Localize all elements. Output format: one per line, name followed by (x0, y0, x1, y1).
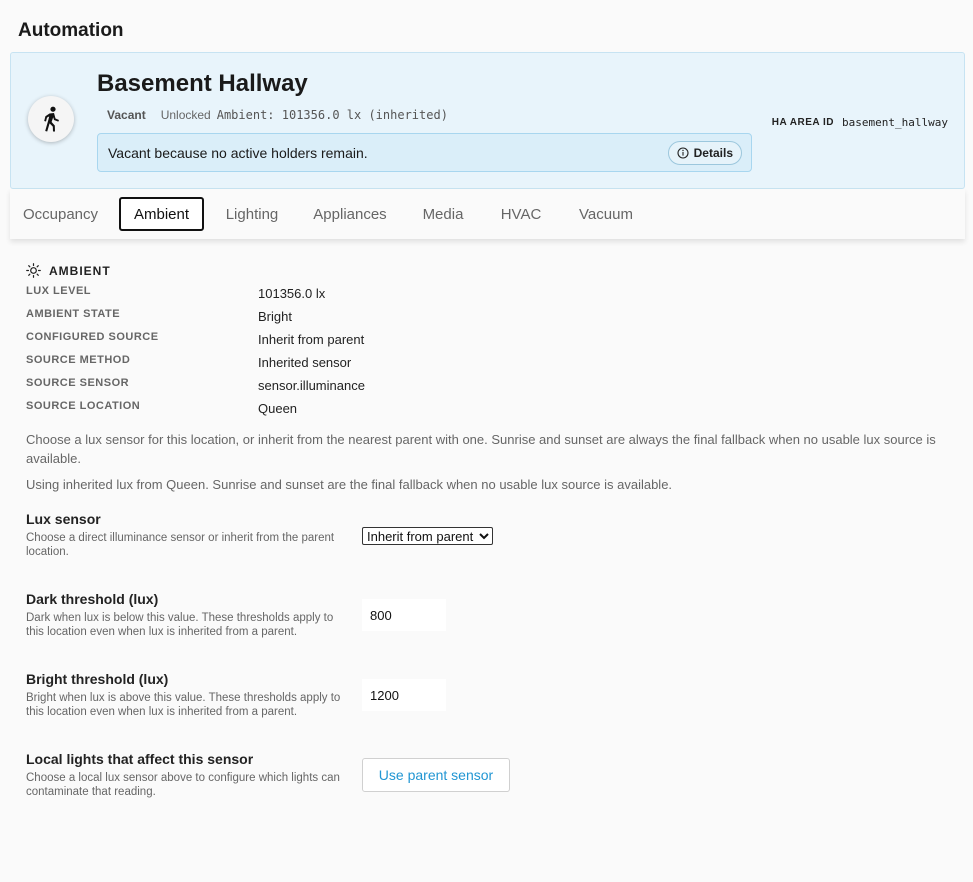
source-method-label: SOURCE METHOD (26, 354, 131, 366)
ha-area-id: HA AREA ID basement_hallway (772, 116, 948, 129)
page-title: Automation (18, 20, 124, 41)
bright-threshold-label: Bright threshold (lux) (26, 671, 169, 687)
tab-bar: Occupancy Ambient Lighting Appliances Me… (10, 189, 965, 239)
bright-threshold-desc: Bright when lux is above this value. The… (26, 692, 341, 718)
walking-person-icon (28, 96, 74, 142)
source-location-label: SOURCE LOCATION (26, 400, 141, 412)
lux-sensor-label: Lux sensor (26, 511, 101, 527)
dark-threshold-input[interactable] (362, 599, 446, 631)
tab-vacuum[interactable]: Vacuum (573, 197, 639, 231)
source-location-value: Queen (258, 401, 298, 416)
local-lights-desc: Choose a local lux sensor above to confi… (26, 772, 340, 798)
status-row: Vacant Unlocked Ambient: 101356.0 lx (in… (107, 108, 448, 122)
lux-level-value: 101356.0 lx (258, 286, 326, 301)
area-name: Basement Hallway (97, 70, 308, 97)
tab-media[interactable]: Media (417, 197, 469, 231)
occupancy-reason: Vacant because no active holders remain.… (97, 133, 752, 172)
use-parent-sensor-button[interactable]: Use parent sensor (362, 758, 510, 792)
ambient-state-value: Bright (258, 309, 292, 324)
ha-area-value: basement_hallway (842, 116, 948, 129)
dark-threshold-label: Dark threshold (lux) (26, 591, 159, 607)
source-sensor-label: SOURCE SENSOR (26, 377, 130, 389)
tab-appliances[interactable]: Appliances (309, 197, 391, 231)
lux-help-text: Choose a lux sensor for this location, o… (26, 432, 936, 466)
occupancy-badge: Vacant (107, 108, 146, 122)
details-label: Details (693, 146, 733, 160)
tab-hvac[interactable]: HVAC (496, 197, 546, 231)
tab-ambient[interactable]: Ambient (119, 197, 204, 231)
area-header-card: Basement Hallway Vacant Unlocked Ambient… (10, 52, 965, 189)
sun-icon (26, 263, 41, 278)
dark-threshold-desc: Dark when lux is below this value. These… (26, 612, 334, 638)
configured-source-label: CONFIGURED SOURCE (26, 331, 159, 343)
details-button[interactable]: Details (667, 141, 742, 165)
source-sensor-value: sensor.illuminance (258, 378, 365, 393)
lock-state: Unlocked (160, 108, 211, 122)
info-icon (677, 147, 689, 159)
local-lights-label: Local lights that affect this sensor (26, 751, 254, 767)
ha-area-label: HA AREA ID (771, 117, 835, 128)
source-method-value: Inherited sensor (258, 355, 352, 370)
bright-threshold-input[interactable] (362, 679, 446, 711)
ambient-summary: Ambient: 101356.0 lx (inherited) (216, 108, 448, 122)
lux-sensor-select[interactable]: Inherit from parent (362, 527, 493, 545)
ambient-section-header: AMBIENT (26, 263, 111, 278)
inherited-lux-note: Using inherited lux from Queen. Sunrise … (26, 477, 673, 492)
tab-occupancy[interactable]: Occupancy (18, 197, 103, 231)
lux-level-label: LUX LEVEL (26, 285, 92, 297)
reason-text: Vacant because no active holders remain. (108, 145, 368, 161)
tab-lighting[interactable]: Lighting (220, 197, 284, 231)
lux-sensor-desc: Choose a direct illuminance sensor or in… (26, 532, 335, 558)
configured-source-value: Inherit from parent (258, 332, 365, 347)
section-title: AMBIENT (49, 263, 111, 278)
ambient-state-label: AMBIENT STATE (26, 308, 121, 320)
